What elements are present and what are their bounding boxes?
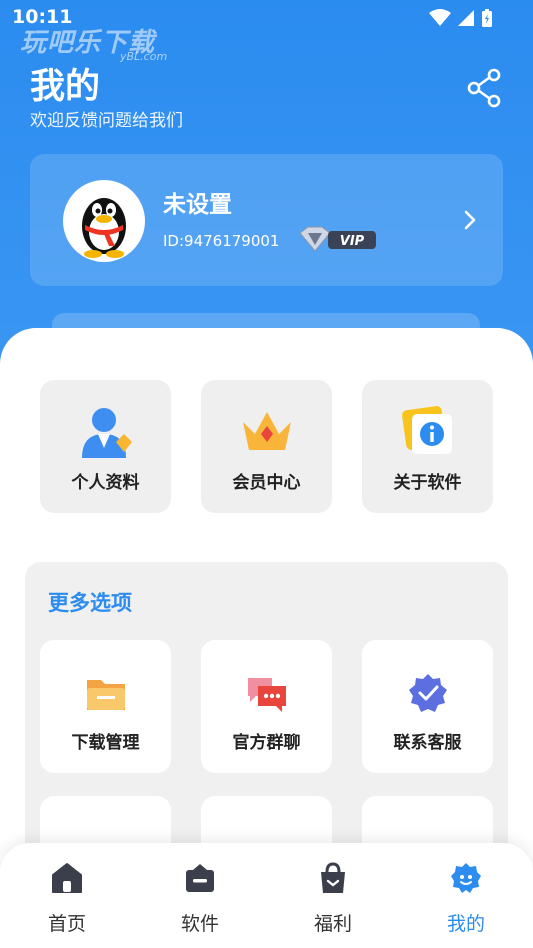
more-options-title: 更多选项 [48, 591, 132, 615]
profile-id: ID:9476179001 [163, 232, 280, 250]
nav-label-software: 软件 [180, 913, 219, 935]
more-item-support[interactable]: 联系客服 [362, 640, 493, 773]
nav-label-welfare: 福利 [313, 913, 352, 935]
bag-icon [321, 862, 345, 893]
watermark-sub: yBL.com [120, 50, 168, 63]
folder-icon [87, 680, 125, 710]
page-subtitle: 欢迎反馈问题给我们 [30, 111, 183, 131]
nav-item-home[interactable]: 首页 [12, 861, 122, 936]
bottom-nav: 首页 软件 福利 我的 [0, 843, 533, 948]
profile-name: 未设置 [163, 192, 232, 218]
penguin-avatar-icon [82, 198, 126, 258]
quick-tile-vip[interactable]: 会员中心 [201, 380, 332, 513]
crown-icon [243, 412, 291, 450]
vip-label: VIP [340, 234, 365, 249]
battery-icon [482, 9, 492, 27]
user-profile-icon [82, 408, 132, 458]
wifi-icon [429, 9, 451, 26]
page-title: 我的 [30, 67, 101, 107]
nav-label-home: 首页 [47, 913, 86, 935]
profile-icon [451, 863, 481, 893]
profile-card[interactable]: 未设置 ID:9476179001 VIP [30, 154, 503, 286]
more-item-group-chat[interactable]: 官方群聊 [201, 640, 332, 773]
more-label-support: 联系客服 [393, 733, 462, 753]
share-icon[interactable] [466, 68, 502, 108]
status-icons [429, 8, 493, 28]
home-icon [52, 863, 82, 893]
more-label-group-chat: 官方群聊 [232, 733, 301, 753]
quick-label-vip: 会员中心 [232, 473, 301, 493]
chat-bubbles-icon [248, 678, 286, 712]
more-options-panel: 更多选项 下载管理 官方群聊 联系客服 [25, 562, 508, 929]
avatar[interactable] [63, 180, 145, 262]
signal-icon [458, 10, 474, 26]
nav-item-welfare[interactable]: 福利 [278, 861, 388, 936]
nav-item-software[interactable]: 软件 [145, 861, 255, 936]
chevron-right-icon[interactable] [462, 208, 478, 232]
quick-label-profile: 个人资料 [71, 473, 140, 493]
verified-badge-icon [409, 674, 447, 712]
quick-label-about: 关于软件 [393, 473, 462, 493]
nav-item-mine[interactable]: 我的 [411, 861, 521, 936]
quick-tile-profile[interactable]: 个人资料 [40, 380, 171, 513]
vip-badge-icon: VIP [299, 226, 376, 252]
more-label-downloads: 下载管理 [71, 733, 140, 753]
nav-label-mine: 我的 [446, 913, 485, 935]
apps-icon [186, 864, 214, 892]
more-item-downloads[interactable]: 下载管理 [40, 640, 171, 773]
info-icon [402, 406, 452, 454]
quick-tile-about[interactable]: 关于软件 [362, 380, 493, 513]
